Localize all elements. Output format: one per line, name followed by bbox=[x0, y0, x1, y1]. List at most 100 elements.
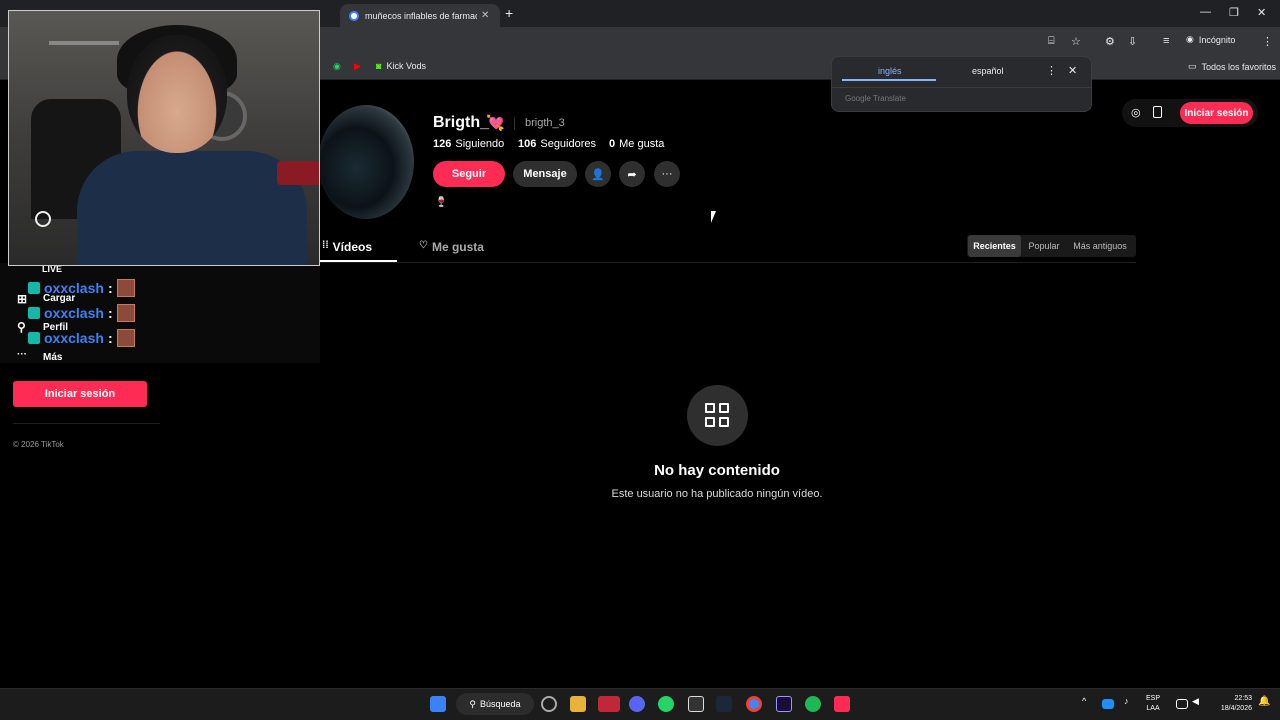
avatar[interactable] bbox=[318, 105, 414, 219]
all-bookmarks[interactable]: ▭ Todos los favoritos bbox=[1188, 61, 1276, 72]
network-icon[interactable] bbox=[1176, 699, 1188, 709]
search-icon: ⚲ bbox=[469, 698, 477, 709]
close-icon[interactable]: ✕ bbox=[1068, 64, 1077, 77]
microphone-icon[interactable]: ♪ bbox=[1124, 696, 1134, 712]
app-icon[interactable] bbox=[541, 696, 557, 712]
star-icon[interactable]: ☆ bbox=[1071, 35, 1081, 48]
translate-target-lang[interactable]: español bbox=[972, 66, 1004, 76]
mouse-cursor-icon bbox=[711, 211, 716, 223]
search-label: Búsqueda bbox=[480, 699, 521, 709]
bookmark-label: Kick Vods bbox=[386, 61, 426, 71]
chat-message: oxxclash : bbox=[28, 279, 135, 297]
all-bookmarks-label: Todos los favoritos bbox=[1201, 61, 1277, 72]
chevron-up-icon[interactable]: ^ bbox=[1082, 696, 1092, 712]
minimize-icon[interactable]: — bbox=[1200, 6, 1211, 18]
whatsapp-bookmark-icon[interactable]: ◉ bbox=[333, 61, 341, 72]
chrome-icon[interactable] bbox=[746, 696, 762, 712]
chat-username: oxxclash bbox=[44, 330, 104, 346]
restore-icon[interactable]: ❐ bbox=[1229, 6, 1239, 19]
chat-username: oxxclash bbox=[44, 305, 104, 321]
youtube-bookmark-icon[interactable]: ▶ bbox=[354, 61, 361, 72]
sidebar-item-more[interactable]: Más bbox=[43, 352, 62, 363]
share-button[interactable]: ➦ bbox=[619, 161, 645, 187]
premiere-icon[interactable] bbox=[776, 696, 792, 712]
folder-icon: ▭ bbox=[1188, 61, 1197, 71]
download-icon[interactable]: ⇩ bbox=[1128, 35, 1137, 48]
emote-icon bbox=[116, 304, 135, 322]
chat-message: oxxclash : bbox=[28, 304, 135, 322]
clock[interactable]: 22:53 18/4/2026 bbox=[1210, 694, 1252, 714]
profile-icon: ⚲ bbox=[17, 320, 26, 334]
sort-popular[interactable]: Popular bbox=[1024, 235, 1064, 257]
badge-icon bbox=[28, 332, 40, 344]
input-language[interactable]: ESP LAA bbox=[1146, 694, 1160, 714]
windows-start-icon[interactable] bbox=[430, 696, 446, 712]
translate-brand: Google Translate bbox=[845, 94, 906, 103]
volume-icon[interactable]: ◀ bbox=[1192, 696, 1202, 712]
divider bbox=[320, 262, 1136, 263]
tab-liked[interactable]: ♡ Me gusta bbox=[419, 240, 484, 254]
window-close-icon[interactable]: ✕ bbox=[1257, 6, 1266, 19]
copyright: © 2026 TikTok bbox=[13, 440, 64, 449]
followers-label: Seguidores bbox=[540, 138, 597, 150]
onedrive-icon[interactable] bbox=[1102, 699, 1114, 709]
more-button[interactable]: ··· bbox=[654, 161, 680, 187]
grid-icon bbox=[687, 385, 748, 446]
message-button[interactable]: Mensaje bbox=[513, 161, 577, 187]
translate-active-underline bbox=[842, 79, 936, 81]
empty-state-subtitle: Este usuario no ha publicado ningún víde… bbox=[611, 488, 823, 500]
more-icon: ··· bbox=[17, 349, 27, 360]
phone-icon[interactable] bbox=[1153, 106, 1162, 118]
new-tab-icon[interactable]: + bbox=[505, 5, 513, 21]
login-button[interactable]: Iniciar sesión bbox=[1180, 102, 1253, 124]
tiktok-icon[interactable] bbox=[834, 696, 850, 712]
discord-icon[interactable] bbox=[629, 696, 645, 712]
lang-bottom: LAA bbox=[1146, 705, 1160, 712]
followers-stat[interactable]: 106 Seguidores bbox=[518, 138, 596, 150]
time: 22:53 bbox=[1234, 695, 1252, 702]
grid-icon: ⁞⁞ bbox=[322, 240, 329, 251]
tab-close-icon[interactable]: ✕ bbox=[481, 10, 489, 21]
steam-icon[interactable] bbox=[716, 696, 732, 712]
tab-videos-label: Vídeos bbox=[332, 240, 373, 254]
app-icon[interactable] bbox=[598, 696, 620, 712]
reading-list-icon[interactable]: ≡ bbox=[1163, 35, 1169, 47]
streamer-face bbox=[127, 35, 227, 153]
whatsapp-icon[interactable] bbox=[658, 696, 674, 712]
kick-icon: ◙ bbox=[376, 61, 382, 71]
microphone bbox=[277, 161, 319, 185]
chat-separator: : bbox=[107, 305, 113, 321]
profile-handle: brigth_3 bbox=[525, 117, 565, 129]
follow-button[interactable]: Seguir bbox=[433, 161, 505, 187]
menu-icon[interactable]: ⋮ bbox=[1262, 35, 1273, 48]
following-count: 126 bbox=[433, 138, 452, 150]
sidebar-login-button[interactable]: Iniciar sesión bbox=[13, 381, 147, 407]
spotify-icon[interactable] bbox=[805, 696, 821, 712]
wine-glass-icon: 🍷 bbox=[435, 197, 448, 208]
tab-title: muñecos inflables de farmacias bbox=[365, 10, 477, 21]
translate-icon[interactable]: ⌸ bbox=[1048, 35, 1055, 48]
epic-games-icon[interactable] bbox=[688, 696, 704, 712]
share-icon: ➦ bbox=[627, 168, 637, 181]
more-options-icon[interactable]: ⋮ bbox=[1046, 64, 1057, 77]
add-friend-button[interactable]: 👤 bbox=[585, 161, 611, 187]
profile-username: Brigth_ bbox=[433, 114, 489, 131]
sort-oldest[interactable]: Más antiguos bbox=[1068, 235, 1132, 257]
notifications-icon[interactable]: 🔔 bbox=[1258, 696, 1270, 712]
shelf bbox=[49, 41, 119, 45]
emote-icon bbox=[116, 329, 135, 347]
translate-source-lang[interactable]: inglés bbox=[878, 66, 902, 76]
explore-icon[interactable]: ◎ bbox=[1131, 106, 1141, 119]
streamer-body bbox=[77, 151, 307, 265]
file-explorer-icon[interactable] bbox=[570, 696, 586, 712]
extensions-icon[interactable]: ⚙ bbox=[1105, 35, 1115, 48]
following-stat[interactable]: 126 Siguiendo bbox=[433, 138, 504, 150]
incognito-indicator[interactable]: ◉ Incógnito bbox=[1186, 34, 1235, 45]
sort-recent[interactable]: Recientes bbox=[968, 235, 1021, 257]
taskbar-search[interactable]: ⚲ Búsqueda bbox=[456, 693, 534, 715]
tab-videos[interactable]: ⁞⁞ Vídeos bbox=[322, 240, 372, 254]
heart-outline-icon: ♡ bbox=[419, 240, 428, 251]
browser-tab-active[interactable]: muñecos inflables de farmacias ✕ bbox=[340, 4, 500, 27]
upload-icon: ⊞ bbox=[17, 292, 28, 306]
bookmark-kick-vods[interactable]: ◙ Kick Vods bbox=[376, 61, 426, 71]
